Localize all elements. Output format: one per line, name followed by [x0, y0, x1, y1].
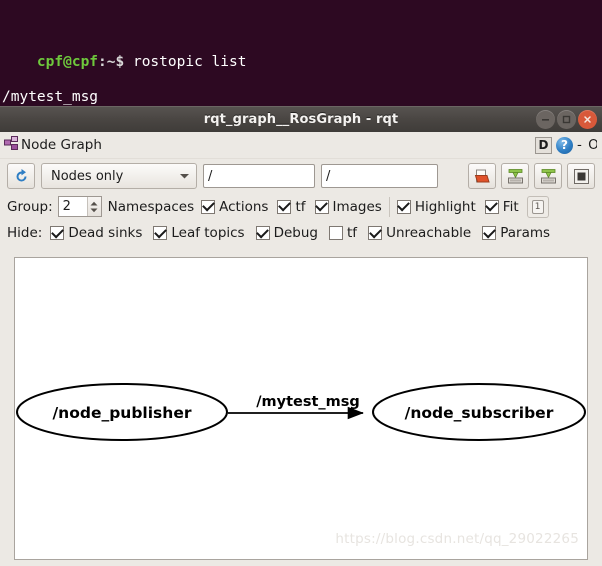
checkbox-hide-tf[interactable]: tf [329, 225, 357, 241]
checkbox-box[interactable] [50, 226, 65, 240]
checkbox-hide-params[interactable]: Params [482, 225, 550, 241]
checkbox-hide-debug[interactable]: Debug [255, 225, 319, 241]
window-title: rqt_graph__RosGraph - rqt [203, 112, 399, 127]
graph-node-publisher[interactable]: /node_publisher [16, 383, 228, 441]
window-titlebar[interactable]: rqt_graph__RosGraph - rqt [0, 106, 602, 132]
dock-float-button[interactable]: D [535, 136, 552, 154]
chevron-down-icon [90, 208, 98, 212]
graph-mode-value: Nodes only [51, 168, 124, 184]
terminal-prompt: cpf@cpf [36, 53, 99, 70]
terminal-line: cpf@cpf:~$ rostopic list [2, 36, 602, 70]
checkbox-hide-dead-sinks[interactable]: Dead sinks [50, 225, 142, 241]
checkbox-box[interactable] [484, 199, 499, 214]
hide-label: Hide: [7, 225, 43, 241]
graph-toolbar: Nodes only / / [0, 159, 602, 193]
checkbox-hide-unreachable[interactable]: Unreachable [368, 225, 471, 241]
watermark-text: https://blog.csdn.net/qq_29022265 [335, 531, 579, 547]
checkbox-label: Dead sinks [68, 225, 143, 241]
checkbox-label: Unreachable [386, 225, 472, 241]
graph-mode-select[interactable]: Nodes only [41, 163, 197, 189]
spinner-arrows[interactable] [86, 197, 101, 216]
checkbox-label: Highlight [414, 198, 476, 215]
checkbox-box[interactable] [396, 199, 411, 214]
graph-edge-mytest-msg[interactable]: /mytest_msg [228, 394, 364, 420]
checkbox-box[interactable] [368, 226, 383, 240]
dock-widget-title: Node Graph [21, 137, 102, 153]
checkbox-box[interactable] [482, 226, 497, 240]
namespace-filter-input[interactable]: / [321, 164, 438, 188]
fit-in-view-button[interactable] [567, 163, 595, 189]
checkbox-box[interactable] [277, 199, 292, 214]
save-image-icon [540, 168, 556, 183]
checkbox-highlight[interactable]: Highlight [396, 198, 476, 215]
dock-header-controls: D ? - O [535, 136, 598, 154]
checkbox-label: Leaf topics [171, 225, 245, 241]
terminal-command: rostopic list [124, 53, 247, 70]
maximize-window-button[interactable] [557, 110, 576, 129]
zoom-one-label: 1 [531, 199, 544, 214]
save-image-button[interactable] [534, 163, 562, 189]
zoom-one-to-one-button[interactable]: 1 [526, 195, 549, 218]
graph-edge-label: /mytest_msg [256, 394, 360, 410]
help-icon[interactable]: ? [556, 136, 573, 154]
checkbox-images[interactable]: Images [314, 198, 382, 215]
refresh-icon [16, 168, 26, 181]
checkbox-label: Debug [273, 225, 319, 241]
save-dot-icon [507, 168, 523, 183]
checkbox-label: Images [332, 198, 382, 215]
terminal-prompt-path: :~$ [98, 53, 125, 70]
graph-canvas[interactable]: /node_publisher /mytest_msg /node_subscr… [14, 257, 588, 560]
toolbar-separator [388, 196, 390, 217]
checkbox-fit[interactable]: Fit [484, 198, 519, 215]
terminal-output[interactable]: cpf@cpf:~$ rostopic list /mytest_msg /ro… [0, 0, 602, 106]
checkbox-box[interactable] [201, 199, 216, 214]
group-label: Group: [7, 198, 53, 215]
namespace-filter-value: / [326, 168, 331, 184]
group-value: 2 [62, 199, 71, 214]
close-window-button[interactable] [578, 110, 597, 129]
checkbox-box[interactable] [255, 226, 270, 240]
dock-widget-header[interactable]: Node Graph D ? - O [0, 132, 602, 159]
namespaces-label[interactable]: Namespaces [108, 199, 194, 215]
checkbox-box[interactable] [153, 226, 168, 240]
load-dot-button[interactable] [468, 163, 496, 189]
refresh-button[interactable] [7, 163, 35, 189]
graph-node-label: /node_subscriber [405, 404, 554, 422]
fit-square-icon [573, 168, 589, 184]
group-spinbox[interactable]: 2 [57, 196, 102, 217]
node-graph-icon [4, 135, 19, 155]
graph-options-row: Group: 2 Namespaces Actions tf Images Hi… [0, 193, 602, 220]
hide-options-row: Hide: Dead sinks Leaf topics Debug tf Un… [0, 220, 602, 246]
checkbox-label: tf [347, 225, 358, 241]
topic-filter-input[interactable]: / [203, 164, 315, 188]
graph-toolbar-actions [468, 163, 595, 189]
graph-node-label: /node_publisher [53, 404, 192, 422]
checkbox-label: Params [500, 225, 551, 241]
rqt-window: rqt_graph__RosGraph - rqt Node Graph D ?… [0, 106, 602, 566]
checkbox-box[interactable] [314, 199, 329, 214]
checkbox-box[interactable] [329, 226, 344, 240]
topic-filter-value: / [208, 168, 213, 184]
graph-node-subscriber[interactable]: /node_subscriber [372, 383, 586, 441]
checkbox-actions[interactable]: Actions [201, 199, 268, 215]
terminal-output-text: /mytest_msg [2, 88, 99, 105]
window-controls [536, 110, 597, 129]
checkbox-hide-leaf-topics[interactable]: Leaf topics [153, 225, 245, 241]
checkbox-label: tf [295, 198, 306, 215]
save-dot-button[interactable] [501, 163, 529, 189]
ros-node-graph[interactable]: /node_publisher /mytest_msg /node_subscr… [15, 258, 587, 559]
checkbox-tf[interactable]: tf [277, 198, 306, 215]
open-folder-icon [474, 169, 490, 182]
chevron-up-icon [90, 201, 98, 205]
minimize-window-button[interactable] [536, 110, 555, 129]
chevron-down-icon [179, 169, 190, 184]
checkbox-label: Fit [502, 198, 519, 215]
terminal-line: /mytest_msg [2, 89, 602, 106]
checkbox-label: Actions [219, 198, 269, 215]
dock-overflow-text: - O [577, 137, 597, 153]
